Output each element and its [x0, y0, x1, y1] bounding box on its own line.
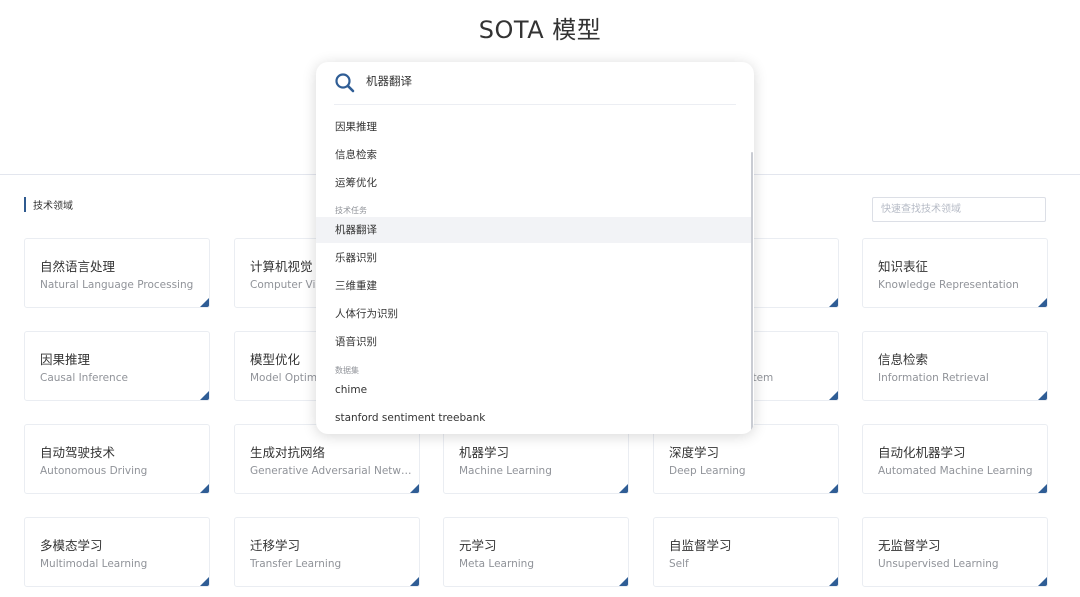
card-title-zh: 自监督学习 — [669, 538, 732, 553]
search-icon[interactable] — [334, 72, 356, 98]
card-title-en: stem — [747, 372, 774, 384]
card-title-zh: 多模态学习 — [40, 538, 103, 553]
card-title-zh: 计算机视觉 — [250, 259, 313, 274]
corner-triangle-icon — [200, 577, 209, 586]
corner-triangle-icon — [829, 391, 838, 400]
card-title-zh: 自然语言处理 — [40, 259, 116, 274]
suggestion-item[interactable]: 乐器识别 — [316, 245, 752, 271]
card-title-zh: 无监督学习 — [878, 538, 941, 553]
suggestion-item[interactable]: 人体行为识别 — [316, 301, 752, 327]
corner-triangle-icon — [1038, 298, 1047, 307]
group-label-tasks: 技术任务 — [335, 206, 367, 215]
corner-triangle-icon — [1038, 577, 1047, 586]
card-domain[interactable]: 深度学习 Deep Learning — [653, 424, 839, 494]
suggestion-item[interactable]: 信息检索 — [316, 142, 752, 168]
group-label-datasets: 数据集 — [335, 366, 359, 375]
card-domain[interactable]: 无监督学习 Unsupervised Learning — [862, 517, 1048, 587]
dropdown-scrollbar[interactable] — [751, 152, 753, 434]
card-title-en: Automated Machine Learning — [878, 465, 1033, 477]
card-title-en: Generative Adversarial Netwo... — [250, 465, 412, 477]
card-title-zh: 元学习 — [459, 538, 497, 553]
card-title-zh: 自动驾驶技术 — [40, 445, 116, 460]
corner-triangle-icon — [410, 484, 419, 493]
card-domain[interactable]: 信息检索 Information Retrieval — [862, 331, 1048, 401]
card-domain[interactable]: 生成对抗网络 Generative Adversarial Netwo... — [234, 424, 420, 494]
suggestion-item[interactable]: chime — [316, 377, 752, 403]
card-title-en: Transfer Learning — [250, 558, 342, 570]
card-title-zh: 知识表征 — [878, 259, 929, 274]
section-header: 技术领域 — [24, 197, 73, 212]
card-title-zh: 机器学习 — [459, 445, 510, 460]
card-title-en: Knowledge Representation — [878, 279, 1019, 291]
card-title-zh: 生成对抗网络 — [250, 445, 326, 460]
card-domain[interactable]: 知识表征 Knowledge Representation — [862, 238, 1048, 308]
card-domain[interactable]: 因果推理 Causal Inference — [24, 331, 210, 401]
card-domain[interactable]: 迁移学习 Transfer Learning — [234, 517, 420, 587]
suggestion-item[interactable]: stanford sentiment treebank — [316, 405, 752, 431]
corner-triangle-icon — [1038, 391, 1047, 400]
card-domain[interactable]: 机器学习 Machine Learning — [443, 424, 629, 494]
suggestion-item[interactable]: 因果推理 — [316, 114, 752, 140]
card-title-zh: 深度学习 — [669, 445, 720, 460]
suggestion-item-active[interactable]: 机器翻译 — [316, 217, 752, 243]
card-title-zh: 迁移学习 — [250, 538, 301, 553]
suggestion-item[interactable]: 运筹优化 — [316, 170, 752, 196]
corner-triangle-icon — [829, 298, 838, 307]
card-title-zh: 模型优化 — [250, 352, 301, 367]
card-title-zh: 信息检索 — [878, 352, 929, 367]
card-title-zh: 自动化机器学习 — [878, 445, 966, 460]
card-domain[interactable]: 自动驾驶技术 Autonomous Driving — [24, 424, 210, 494]
card-domain[interactable]: 自然语言处理 Natural Language Processing — [24, 238, 210, 308]
corner-triangle-icon — [619, 577, 628, 586]
corner-triangle-icon — [829, 484, 838, 493]
card-domain[interactable]: 自动化机器学习 Automated Machine Learning — [862, 424, 1048, 494]
suggestion-item[interactable]: 语音识别 — [316, 329, 752, 355]
card-title-en: Multimodal Learning — [40, 558, 148, 570]
section-accent-bar — [24, 197, 26, 212]
corner-triangle-icon — [200, 391, 209, 400]
search-dropdown: 因果推理 信息检索 运筹优化 技术任务 机器翻译 乐器识别 三维重建 人体行为识… — [316, 62, 754, 434]
card-domain[interactable]: 元学习 Meta Learning — [443, 517, 629, 587]
card-title-en: Information Retrieval — [878, 372, 989, 384]
card-title-en: Natural Language Processing — [40, 279, 194, 291]
corner-triangle-icon — [200, 298, 209, 307]
card-title-en: Deep Learning — [669, 465, 746, 477]
search-input[interactable] — [366, 71, 726, 91]
corner-triangle-icon — [829, 577, 838, 586]
corner-triangle-icon — [410, 577, 419, 586]
card-title-en: Unsupervised Learning — [878, 558, 999, 570]
card-title-zh: 因果推理 — [40, 352, 91, 367]
card-title-en: Self — [669, 558, 689, 570]
page-title: SOTA 模型 — [478, 16, 602, 44]
section-label: 技术领域 — [33, 201, 73, 212]
card-domain[interactable]: 多模态学习 Multimodal Learning — [24, 517, 210, 587]
quick-search-input[interactable] — [872, 197, 1046, 222]
corner-triangle-icon — [619, 484, 628, 493]
search-bar — [334, 62, 736, 105]
corner-triangle-icon — [200, 484, 209, 493]
corner-triangle-icon — [1038, 484, 1047, 493]
suggestion-item[interactable]: 三维重建 — [316, 273, 752, 299]
card-domain[interactable]: 自监督学习 Self — [653, 517, 839, 587]
card-title-en: Meta Learning — [459, 558, 534, 570]
card-title-en: Autonomous Driving — [40, 465, 148, 477]
card-title-en: Machine Learning — [459, 465, 552, 477]
card-title-en: Causal Inference — [40, 372, 128, 384]
